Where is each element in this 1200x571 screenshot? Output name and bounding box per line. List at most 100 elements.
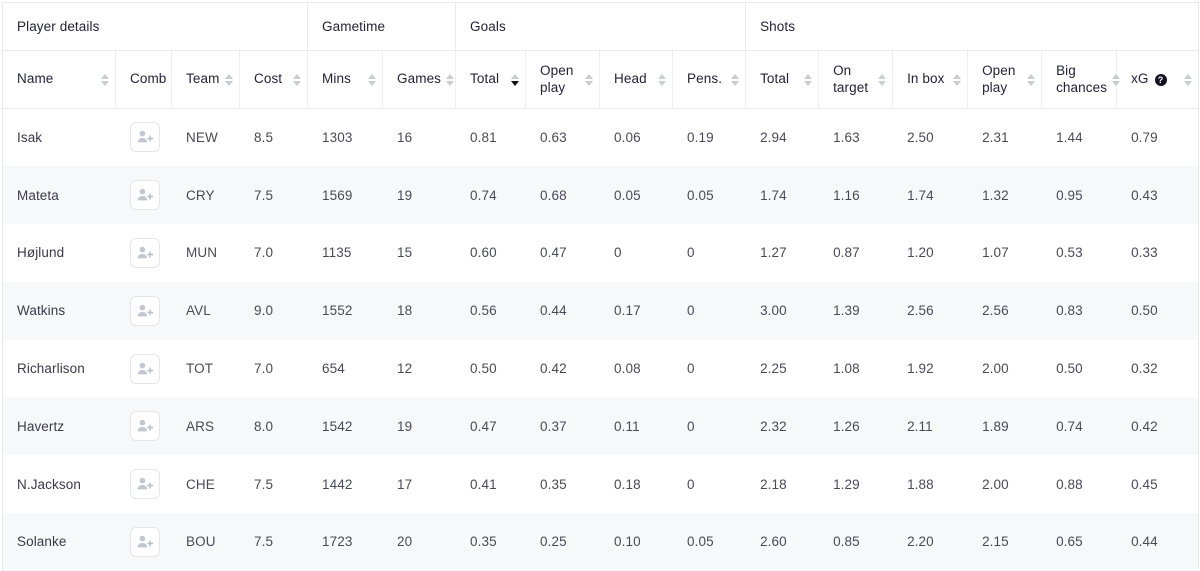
table-row[interactable]: Solanke BOU 7.5 1723 20 0.35 0.25 0.10 0.05 2.60 0… — [2, 513, 1200, 571]
sort-icon[interactable] — [1183, 73, 1192, 86]
column-header-label-group: Name — [17, 71, 53, 88]
sort-icon[interactable] — [292, 73, 301, 86]
column-header-total[interactable]: Total — [455, 50, 527, 109]
column-header-label-group: Team — [186, 71, 219, 88]
column-header-total[interactable]: Total — [745, 50, 820, 109]
table-row[interactable]: Isak NEW 8.5 1303 16 0.81 0.63 0.06 0.19 2.94 1.63… — [2, 108, 1200, 167]
cell-goals-pens: 0 — [687, 361, 695, 377]
column-header-label-group: Comb — [130, 71, 166, 88]
cell-name: Isak — [2, 108, 116, 167]
column-header-open-play[interactable]: Open play — [967, 50, 1043, 109]
cell-goals-total: 0.60 — [470, 245, 497, 261]
cell-mins: 1569 — [322, 187, 353, 203]
column-header-pens[interactable]: Pens. — [672, 50, 747, 109]
cell-shots-open-play: 1.07 — [982, 245, 1009, 261]
add-person-icon-button[interactable] — [130, 295, 160, 326]
column-header-label: Big chances — [1056, 62, 1108, 95]
cell-goals-total: 0.74 — [470, 187, 497, 203]
help-icon[interactable]: ? — [1154, 73, 1167, 86]
cell-name: Solanke — [2, 513, 116, 571]
sort-descending-arrow — [292, 80, 301, 86]
sort-icon[interactable] — [657, 73, 666, 86]
sort-descending-arrow — [730, 80, 739, 86]
column-group-label: Shots — [760, 19, 796, 34]
column-header-name[interactable]: Name — [2, 50, 116, 109]
sort-icon[interactable] — [1026, 73, 1035, 86]
sort-icon[interactable] — [730, 73, 739, 86]
cell-cost: 7.0 — [254, 245, 274, 261]
sort-icon[interactable] — [224, 73, 233, 86]
table-row[interactable]: Højlund MUN 7.0 1135 15 0.60 0.47 0 0 1.27 0.87 1.2… — [2, 224, 1200, 282]
table-row[interactable]: Mateta CRY 7.5 1569 19 0.74 0.68 0.05 0.05 1.74 1.… — [2, 166, 1200, 225]
sort-icon[interactable] — [584, 73, 593, 86]
sort-icon[interactable] — [100, 73, 109, 86]
cell-goals-pens: 0.05 — [687, 534, 714, 550]
column-header-head[interactable]: Head — [599, 50, 674, 109]
column-header-mins[interactable]: Mins — [307, 50, 384, 109]
add-person-icon-button[interactable] — [130, 411, 160, 442]
sort-icon[interactable] — [445, 73, 454, 86]
column-header-in-box[interactable]: In box — [892, 50, 969, 109]
column-header-team[interactable]: Team — [171, 50, 240, 109]
table-row[interactable]: N.Jackson CHE 7.5 1442 17 0.41 0.35 0.18 0 2.18 1.… — [2, 455, 1200, 514]
cell-shots-on-target: 0.85 — [833, 534, 860, 550]
column-header-label-group: In box — [907, 71, 944, 88]
column-header-on-target[interactable]: On target — [818, 50, 894, 109]
add-person-icon-button[interactable] — [130, 180, 160, 211]
sort-icon[interactable] — [803, 73, 812, 86]
sort-icon[interactable] — [510, 73, 519, 86]
sort-descending-arrow — [877, 80, 886, 86]
column-header-big-chances[interactable]: Big chances — [1041, 50, 1120, 109]
sort-ascending-arrow — [510, 73, 519, 79]
cell-goals-head: 0 — [614, 245, 622, 261]
column-header-content: In box — [907, 71, 961, 88]
column-group-header: Player details — [1, 2, 309, 51]
cell-shots-in-box: 1.74 — [907, 187, 934, 203]
column-header-comb: Comb — [115, 50, 172, 109]
add-person-icon-button[interactable] — [130, 122, 160, 153]
cell-goals-head: 0.05 — [614, 187, 641, 203]
column-group-header: Shots — [745, 2, 1200, 51]
cell-name: Richarlison — [2, 339, 116, 398]
cell-games: 15 — [397, 245, 413, 261]
column-header-label: Cost — [254, 71, 283, 87]
cell-cost: 7.5 — [254, 187, 274, 203]
table-row[interactable]: Havertz ARS 8.0 1542 19 0.47 0.37 0.11 0 2.32 1.26… — [2, 397, 1200, 456]
cell-shots-in-box: 2.50 — [907, 129, 934, 145]
cell-goals-open-play: 0.47 — [540, 245, 567, 261]
cell-games: 20 — [397, 534, 413, 550]
column-header-open-play[interactable]: Open play — [525, 50, 601, 109]
cell-goals-total: 0.81 — [470, 129, 497, 145]
table-row[interactable]: Watkins AVL 9.0 1552 18 0.56 0.44 0.17 0 3.00 1.39… — [2, 281, 1200, 340]
add-person-icon-button[interactable] — [130, 353, 160, 384]
sort-icon[interactable] — [952, 73, 961, 86]
cell-shots-open-play: 1.89 — [982, 418, 1009, 434]
sort-descending-arrow — [952, 80, 961, 86]
column-header-cost[interactable]: Cost — [239, 50, 309, 109]
column-header-label: Mins — [322, 71, 351, 87]
cell-shots-total: 2.32 — [760, 418, 787, 434]
add-person-icon-button[interactable] — [130, 237, 160, 268]
column-header-games[interactable]: Games — [382, 50, 457, 109]
sort-ascending-arrow — [730, 73, 739, 79]
sort-icon[interactable] — [877, 73, 886, 86]
column-header-label: Total — [470, 71, 500, 87]
cell-goals-pens: 0 — [687, 476, 695, 492]
sort-ascending-arrow — [100, 73, 109, 79]
cell-goals-pens: 0 — [687, 418, 695, 434]
sort-descending-arrow — [100, 80, 109, 86]
table-row[interactable]: Richarlison TOT 7.0 654 12 0.50 0.42 0.08 0 2.25 1… — [2, 339, 1200, 398]
column-header-xg[interactable]: xG? — [1116, 50, 1200, 109]
cell-mins: 1135 — [322, 245, 352, 261]
column-header-label: xG — [1131, 71, 1149, 87]
cell-mins: 1723 — [322, 534, 353, 550]
add-person-icon-button[interactable] — [130, 469, 160, 500]
column-group-header: Gametime — [307, 2, 457, 51]
cell-team: MUN — [186, 245, 218, 261]
sort-icon[interactable] — [1111, 73, 1120, 86]
sort-icon[interactable] — [367, 73, 376, 86]
add-person-icon-button[interactable] — [130, 526, 160, 557]
sort-ascending-arrow — [803, 73, 812, 79]
cell-shots-open-play: 2.00 — [982, 361, 1009, 377]
sort-descending-arrow — [803, 80, 812, 86]
